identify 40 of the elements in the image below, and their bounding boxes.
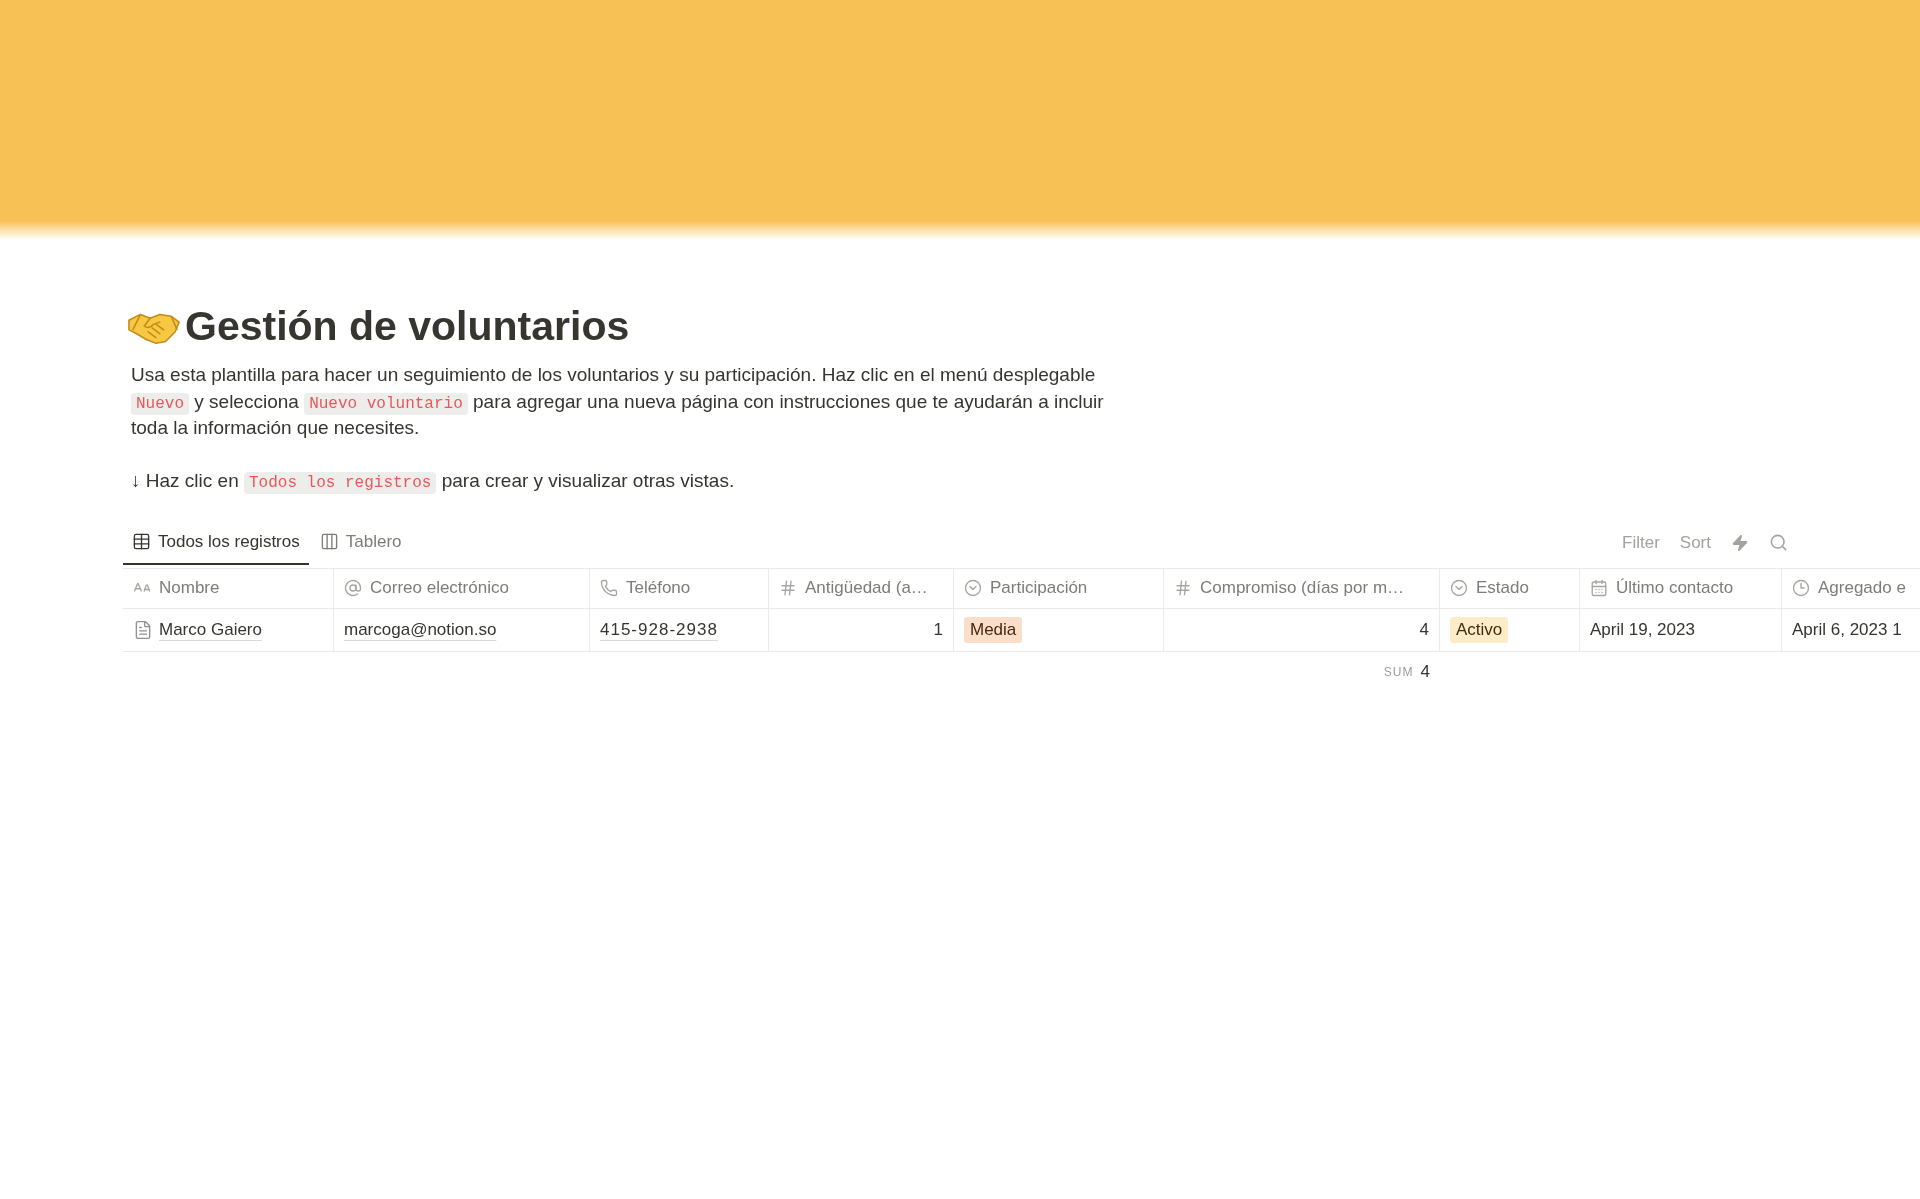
hash-icon [779, 579, 797, 597]
clock-icon [1792, 579, 1810, 597]
column-header[interactable]: Agregado e [1818, 575, 1906, 601]
columns-icon [319, 532, 339, 551]
column-header[interactable]: Teléfono [626, 575, 691, 601]
at-sign-icon [344, 579, 362, 597]
page-icon [133, 619, 153, 640]
calendar-icon [1590, 579, 1608, 597]
table-icon [132, 532, 151, 551]
view-tab[interactable]: Tablero [310, 520, 411, 565]
column-header[interactable]: Antigüedad (a… [805, 575, 928, 601]
column-header[interactable]: Compromiso (días por m… [1200, 575, 1405, 601]
column-header[interactable]: Participación [990, 575, 1088, 601]
view-tab[interactable]: Todos los registros [123, 520, 309, 565]
status-tag: Activo [1450, 616, 1509, 643]
column-header[interactable]: Correo electrónico [370, 575, 509, 601]
email-link[interactable]: marcoga@notion.so [344, 616, 497, 643]
column-header[interactable]: Último contacto [1616, 575, 1734, 601]
page-title: Gestión de voluntarios [185, 302, 630, 350]
lightning-icon[interactable] [1731, 533, 1749, 552]
calculation-value[interactable]: 4 [1420, 658, 1430, 685]
hash-icon [1174, 579, 1192, 597]
chevron-circle-icon [1450, 579, 1468, 597]
search-icon[interactable] [1769, 533, 1788, 552]
toolbar-button[interactable]: Filter [1622, 529, 1660, 556]
calculation-label: SUM [1383, 663, 1414, 681]
number-value: 1 [933, 618, 943, 641]
record-name-link[interactable]: Marco Gaiero [159, 616, 262, 643]
date-value: April 19, 2023 [1590, 618, 1695, 641]
chevron-circle-icon [964, 579, 982, 597]
description-text: ↓ Haz clic en Todos los registros para crear y visualizar otras vistas. [131, 469, 736, 495]
phone-link[interactable]: 415-928-2938 [600, 616, 718, 643]
number-value: 4 [1419, 618, 1429, 641]
status-tag: Media [964, 616, 1023, 643]
description-text: Usa esta plantilla para hacer un seguimiento de los voluntarios y su participación. Haz clic en el menú desplegable Nuevo y selecciona Nuevo voluntario para agregar una nueva página con instrucciones que te ayudarán a incluir toda la información que necesites. [131, 363, 1105, 440]
column-header[interactable]: Estado [1476, 575, 1529, 601]
phone-icon [600, 579, 618, 597]
date-value: April 6, 2023 1 [1792, 618, 1902, 641]
toolbar-button[interactable]: Sort [1679, 529, 1711, 556]
column-header[interactable]: Nombre [159, 575, 220, 601]
